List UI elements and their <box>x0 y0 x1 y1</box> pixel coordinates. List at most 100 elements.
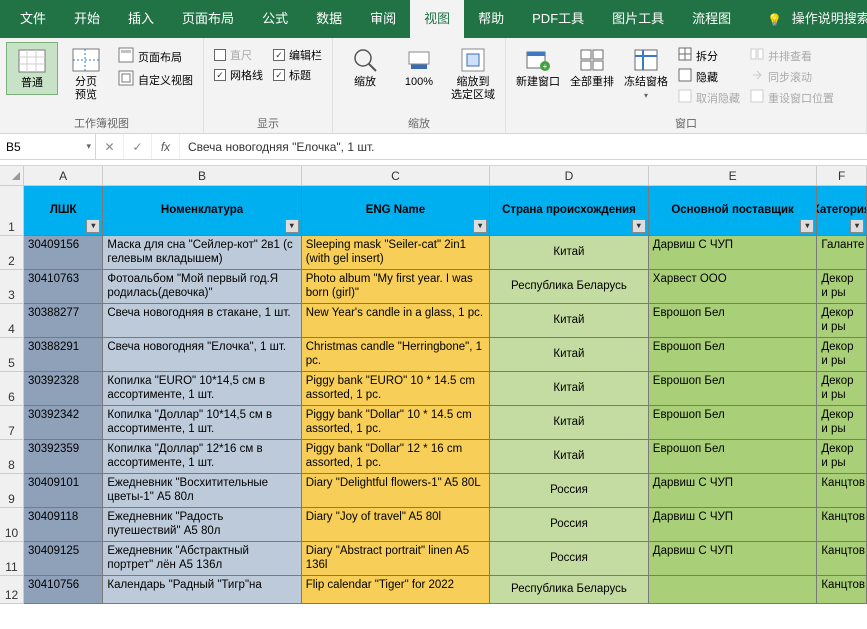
table-cell[interactable]: Копилка "Доллар" 10*14,5 см в ассортимен… <box>103 406 301 440</box>
view-page-break-button[interactable]: 分页 预览 <box>60 42 112 106</box>
new-window-button[interactable]: + 新建窗口 <box>512 42 564 93</box>
column-header-A[interactable]: A <box>24 166 103 186</box>
row-header[interactable]: 2 <box>0 236 24 270</box>
table-cell[interactable]: Копилка "EURO" 10*14,5 см в ассортименте… <box>103 372 301 406</box>
table-cell[interactable] <box>649 576 818 604</box>
row-header[interactable]: 8 <box>0 440 24 474</box>
table-cell[interactable]: 30388291 <box>24 338 103 372</box>
view-page-layout-button[interactable]: 页面布局 <box>114 46 197 67</box>
hide-button[interactable]: 隐藏 <box>674 67 744 86</box>
table-cell[interactable]: Дарвиш С ЧУП <box>649 236 818 270</box>
table-header-cell[interactable]: Категория▾ <box>817 186 867 236</box>
tab-help[interactable]: 帮助 <box>464 0 518 38</box>
row-header[interactable]: 7 <box>0 406 24 440</box>
tab-insert[interactable]: 插入 <box>114 0 168 38</box>
table-cell[interactable]: 30392359 <box>24 440 103 474</box>
table-cell[interactable]: Дарвиш С ЧУП <box>649 474 818 508</box>
row-header[interactable]: 4 <box>0 304 24 338</box>
table-cell[interactable]: Свеча новогодняя в стакане, 1 шт. <box>103 304 301 338</box>
table-cell[interactable]: Россия <box>490 474 649 508</box>
view-normal-button[interactable]: 普通 <box>6 42 58 95</box>
filter-button[interactable]: ▾ <box>632 219 646 233</box>
table-cell[interactable]: Китай <box>490 440 649 474</box>
cancel-formula-button[interactable]: ✕ <box>96 134 124 159</box>
table-cell[interactable]: Китай <box>490 338 649 372</box>
tab-review[interactable]: 审阅 <box>356 0 410 38</box>
tab-file[interactable]: 文件 <box>6 0 60 38</box>
table-cell[interactable]: Diary "Abstract portrait" linen A5 136l <box>302 542 490 576</box>
tab-picture[interactable]: 图片工具 <box>598 0 678 38</box>
table-cell[interactable]: Копилка "Доллар" 12*16 см в ассортименте… <box>103 440 301 474</box>
tab-flowchart[interactable]: 流程图 <box>678 0 745 38</box>
insert-function-button[interactable]: fx <box>152 134 180 159</box>
table-cell[interactable]: Еврошоп Бел <box>649 304 818 338</box>
side-by-side-button[interactable]: 并排查看 <box>746 46 838 65</box>
table-header-cell[interactable]: ЛШК▾ <box>24 186 103 236</box>
table-cell[interactable]: Еврошоп Бел <box>649 406 818 440</box>
table-cell[interactable]: New Year's candle in a glass, 1 pc. <box>302 304 490 338</box>
row-header[interactable]: 10 <box>0 508 24 542</box>
reset-window-pos-button[interactable]: 重设窗口位置 <box>746 88 838 107</box>
table-cell[interactable]: Дарвиш С ЧУП <box>649 542 818 576</box>
table-header-cell[interactable]: Основной поставщик▾ <box>649 186 818 236</box>
table-cell[interactable]: Sleeping mask "Seiler-cat" 2in1 (with ge… <box>302 236 490 270</box>
table-cell[interactable]: Дарвиш С ЧУП <box>649 508 818 542</box>
table-cell[interactable]: Piggy bank "EURO" 10 * 14.5 cm assorted,… <box>302 372 490 406</box>
table-cell[interactable]: Фотоальбом "Мой первый год.Я родилась(де… <box>103 270 301 304</box>
table-cell[interactable]: Piggy bank "Dollar" 12 * 16 cm assorted,… <box>302 440 490 474</box>
ruler-checkbox[interactable]: 直尺 <box>210 46 267 64</box>
table-cell[interactable]: Diary "Joy of travel" A5 80l <box>302 508 490 542</box>
unhide-button[interactable]: 取消隐藏 <box>674 88 744 107</box>
column-header-B[interactable]: B <box>103 166 301 186</box>
zoom-button[interactable]: 缩放 <box>339 42 391 93</box>
table-header-cell[interactable]: Номенклатура▾ <box>103 186 301 236</box>
tab-pdf[interactable]: PDF工具 <box>518 0 598 38</box>
table-cell[interactable]: Декор и ры <box>817 304 867 338</box>
table-cell[interactable]: Канцтов <box>817 542 867 576</box>
table-cell[interactable]: Еврошоп Бел <box>649 372 818 406</box>
spreadsheet-grid[interactable]: 123456789101112 ABCDEF ЛШК▾Номенклатура▾… <box>0 166 867 629</box>
table-cell[interactable]: Республика Беларусь <box>490 576 649 604</box>
row-header[interactable]: 3 <box>0 270 24 304</box>
table-cell[interactable]: Еврошоп Бел <box>649 338 818 372</box>
table-cell[interactable]: Декор и ры <box>817 440 867 474</box>
table-cell[interactable]: Канцтов <box>817 508 867 542</box>
accept-formula-button[interactable]: ✓ <box>124 134 152 159</box>
table-cell[interactable]: Китай <box>490 372 649 406</box>
table-cell[interactable]: Еврошоп Бел <box>649 440 818 474</box>
table-cell[interactable]: Харвест ООО <box>649 270 818 304</box>
tab-home[interactable]: 开始 <box>60 0 114 38</box>
table-cell[interactable]: 30410756 <box>24 576 103 604</box>
table-cell[interactable]: Christmas candle "Herringbone", 1 pc. <box>302 338 490 372</box>
table-cell[interactable]: Piggy bank "Dollar" 10 * 14.5 cm assorte… <box>302 406 490 440</box>
table-header-cell[interactable]: ENG Name▾ <box>302 186 490 236</box>
table-cell[interactable]: Flip calendar "Tiger" for 2022 <box>302 576 490 604</box>
view-custom-views-button[interactable]: 自定义视图 <box>114 69 197 90</box>
column-header-D[interactable]: D <box>490 166 649 186</box>
table-cell[interactable]: Свеча новогодняя "Елочка", 1 шт. <box>103 338 301 372</box>
table-cell[interactable]: 30409101 <box>24 474 103 508</box>
table-cell[interactable]: Ежедневник "Радость путешествий" А5 80л <box>103 508 301 542</box>
table-cell[interactable]: Галанте <box>817 236 867 270</box>
formula-input[interactable]: Свеча новогодняя "Елочка", 1 шт. <box>180 134 867 159</box>
table-cell[interactable]: Календарь "Радный "Тигр"на <box>103 576 301 604</box>
row-header[interactable]: 1 <box>0 186 24 236</box>
split-button[interactable]: 拆分 <box>674 46 744 65</box>
freeze-panes-button[interactable]: 冻结窗格▾ <box>620 42 672 106</box>
table-cell[interactable]: Декор и ры <box>817 270 867 304</box>
table-cell[interactable]: 30409118 <box>24 508 103 542</box>
row-header[interactable]: 12 <box>0 576 24 604</box>
tell-me-search[interactable]: 💡 操作说明搜索 <box>753 0 867 38</box>
table-cell[interactable]: Декор и ры <box>817 338 867 372</box>
table-cell[interactable]: 30392328 <box>24 372 103 406</box>
formula-bar-checkbox[interactable]: ✓编辑栏 <box>269 46 326 64</box>
table-header-cell[interactable]: Страна происхождения▾ <box>490 186 649 236</box>
row-header[interactable]: 6 <box>0 372 24 406</box>
tab-data[interactable]: 数据 <box>302 0 356 38</box>
table-cell[interactable]: 30410763 <box>24 270 103 304</box>
row-header[interactable]: 9 <box>0 474 24 508</box>
headings-checkbox[interactable]: ✓标题 <box>269 66 326 84</box>
table-cell[interactable]: Декор и ры <box>817 372 867 406</box>
row-header[interactable]: 5 <box>0 338 24 372</box>
table-cell[interactable]: 30392342 <box>24 406 103 440</box>
